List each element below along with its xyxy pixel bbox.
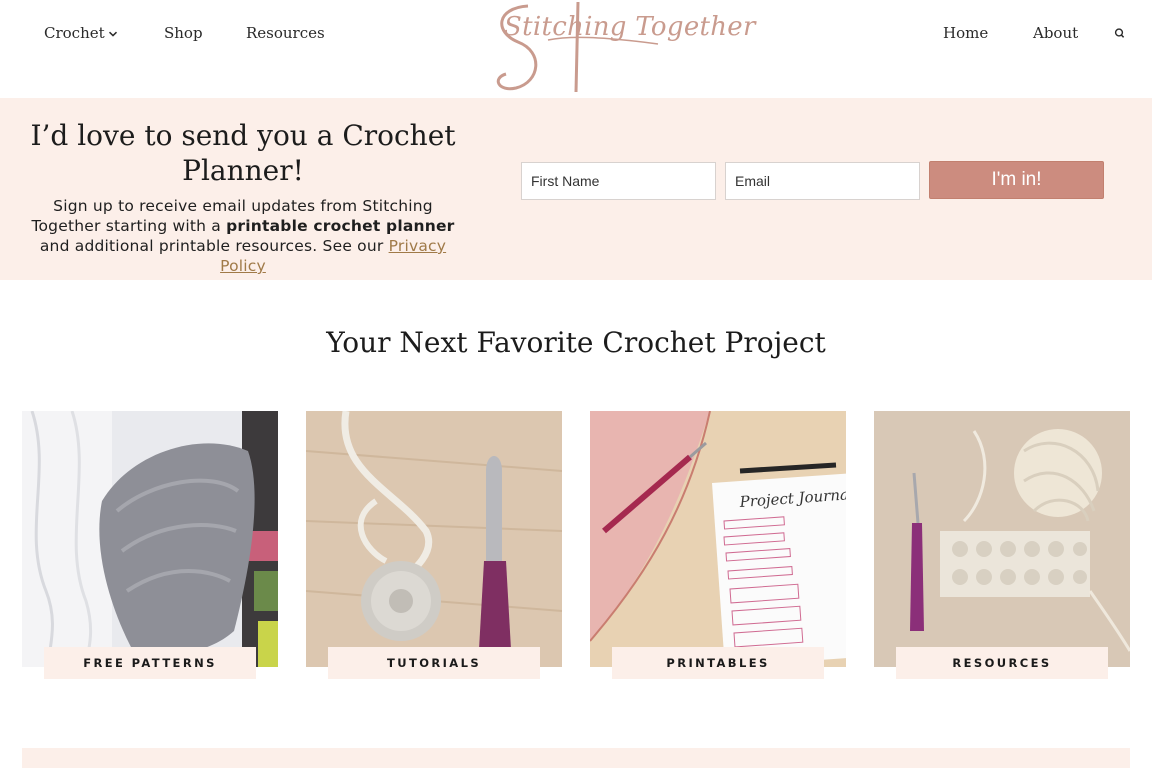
logo-text: Stitching Together [504, 12, 756, 42]
site-header: Crochet Shop Resources Stitching Togethe… [0, 0, 1152, 98]
gray-crochet-shawl-photo [22, 411, 278, 667]
projects-section-title: Your Next Favorite Crochet Project [326, 326, 826, 359]
nav-crochet-label: Crochet [44, 24, 105, 42]
signup-description: Sign up to receive email updates from St… [20, 196, 466, 276]
card-resources[interactable]: RESOURCES [874, 411, 1130, 681]
search-icon [1114, 28, 1125, 38]
nav-home[interactable]: Home [943, 24, 988, 42]
signup-submit-button[interactable]: I'm in! [929, 161, 1104, 199]
nav-shop[interactable]: Shop [164, 24, 203, 42]
card-label: FREE PATTERNS [44, 647, 256, 679]
first-name-input[interactable] [521, 162, 716, 200]
crochet-magic-ring-with-hook-photo [306, 411, 562, 667]
card-tutorials[interactable]: TUTORIALS [306, 411, 562, 681]
email-input[interactable] [725, 162, 920, 200]
site-logo[interactable]: Stitching Together [488, 0, 755, 96]
card-label: RESOURCES [896, 647, 1108, 679]
project-journal-printable-photo: Project Journal [590, 411, 846, 667]
nav-about[interactable]: About [1033, 24, 1078, 42]
card-label: PRINTABLES [612, 647, 824, 679]
card-label: TUTORIALS [328, 647, 540, 679]
signup-title: I’d love to send you a Crochet Planner! [30, 119, 456, 187]
nav-crochet[interactable]: Crochet [44, 24, 118, 42]
chevron-down-icon [108, 31, 117, 37]
search-button[interactable] [1110, 24, 1130, 44]
nav-resources[interactable]: Resources [246, 24, 325, 42]
signup-text-bold: printable crochet planner [226, 217, 455, 235]
email-signup-section: I’d love to send you a Crochet Planner! … [0, 98, 1152, 280]
card-printables[interactable]: Project Journal PRINTABLES [590, 411, 846, 681]
signup-text-end: and additional printable resources. See … [39, 237, 389, 255]
yarn-ball-and-swatch-photo [874, 411, 1130, 667]
next-section-band [22, 748, 1130, 768]
card-free-patterns[interactable]: FREE PATTERNS [22, 411, 278, 681]
